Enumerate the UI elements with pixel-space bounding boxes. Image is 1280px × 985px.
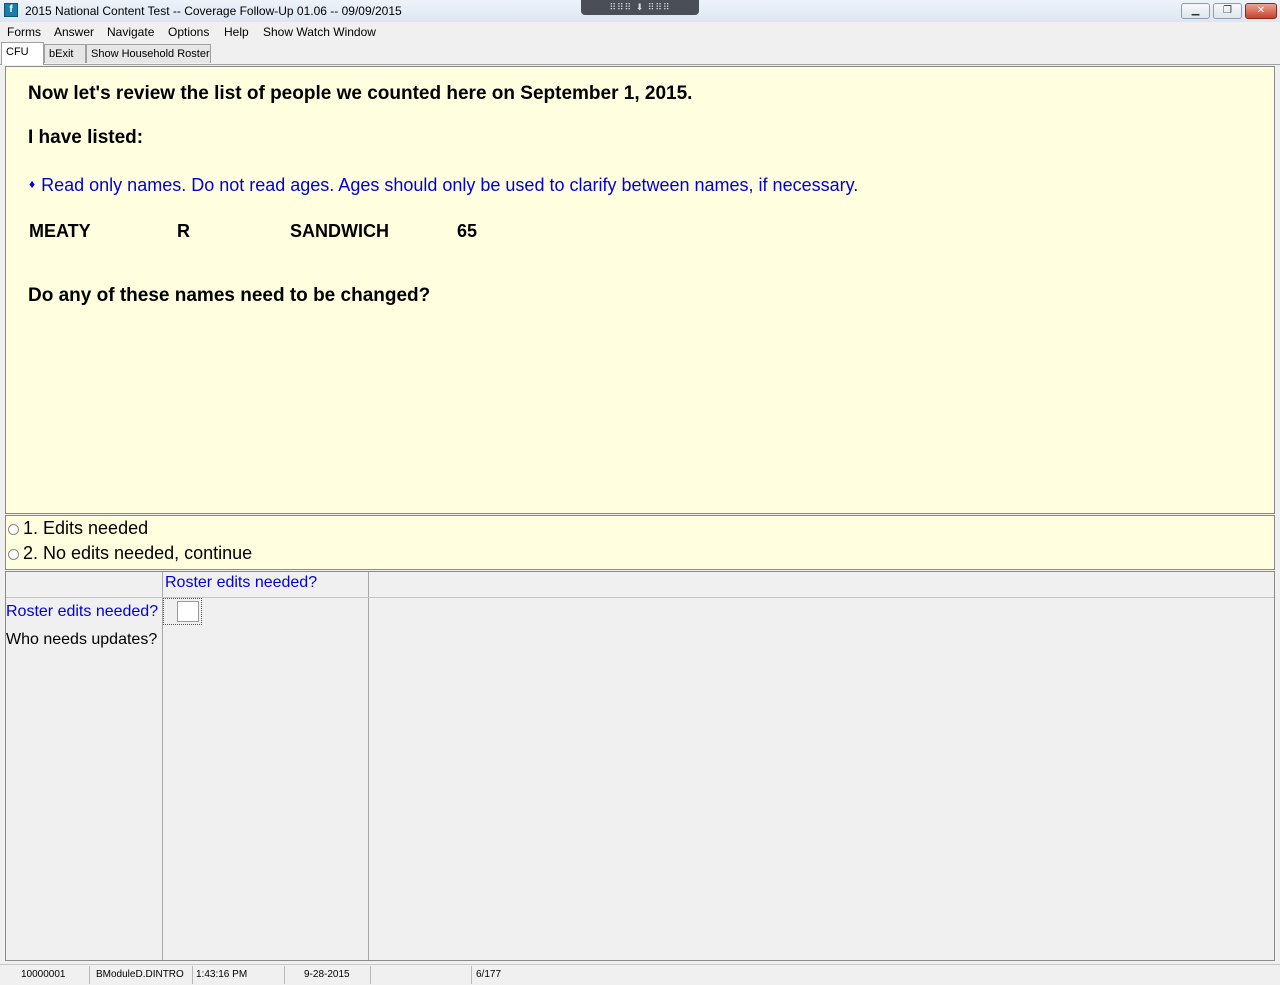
instruction-text: Read only names. Do not read ages. Ages … [41,175,859,195]
menu-bar: Forms Answer Navigate Options Help Show … [0,22,1280,42]
status-date: 9-28-2015 [285,966,371,984]
minimize-button[interactable]: ▁ [1181,3,1210,19]
roster-first-name: MEATY [29,221,91,241]
menu-navigate[interactable]: Navigate [107,25,154,39]
radio-icon[interactable] [8,524,19,535]
radio-icon[interactable] [8,549,19,560]
close-button[interactable]: ✕ [1245,3,1277,19]
roster-middle-initial: R [177,221,190,241]
tab-cfu[interactable]: CFU [1,42,44,65]
tab-show-household-roster[interactable]: Show Household Roster [86,44,211,63]
dock-handle[interactable]: ⠿⠿⠿ ⬇ ⠿⠿⠿ [581,0,699,15]
grid-divider [162,572,163,960]
grid-row-label-who-needs-updates[interactable]: Who needs updates? [6,631,157,649]
status-time: 1:43:16 PM [193,966,285,984]
answer-option-edits-needed[interactable]: 1. Edits needed [8,518,148,540]
tab-strip: CFU bExit Show Household Roster [0,42,1280,65]
app-icon: f [4,3,18,17]
listed-label: I have listed: [28,127,144,148]
window-title: 2015 National Content Test -- Coverage F… [25,4,402,18]
interviewer-instruction: ♦ Read only names. Do not read ages. Ages… [29,175,858,196]
menu-forms[interactable]: Forms [7,25,41,39]
status-case-id: 10000001 [0,966,90,984]
grid-divider [368,572,369,960]
answer-option-no-edits[interactable]: 2. No edits needed, continue [8,543,252,565]
roster-edits-entry-field[interactable] [163,598,202,625]
restore-button[interactable]: ❐ [1213,3,1242,19]
question-intro: Now let's review the list of people we c… [28,83,693,104]
question-prompt: Do any of these names need to be changed… [28,285,431,306]
answer-panel: 1. Edits needed 2. No edits needed, cont… [5,515,1275,570]
answer-option-label: 1. Edits needed [23,518,149,538]
status-bar: 10000001 BModuleD.DINTRO 1:43:16 PM 9-28… [0,964,1280,985]
roster-age: 65 [457,221,478,241]
status-page-counter: 6/177 [476,969,502,980]
answer-option-label: 2. No edits needed, continue [23,543,253,563]
grid-column-header: Roster edits needed? [165,574,318,591]
title-bar: f 2015 National Content Test -- Coverage… [0,0,1280,23]
grid-row-label-roster-edits[interactable]: Roster edits needed? [6,603,158,621]
diamond-bullet-icon: ♦ [29,177,36,191]
menu-options[interactable]: Options [168,25,209,39]
question-panel: Now let's review the list of people we c… [5,66,1275,514]
menu-help[interactable]: Help [224,25,249,39]
entry-input[interactable] [177,601,199,622]
status-blank [371,966,472,984]
menu-show-watch-window[interactable]: Show Watch Window [263,25,376,39]
field-grid-panel: Roster edits needed? Roster edits needed… [5,571,1275,961]
status-field-name: BModuleD.DINTRO [90,966,193,984]
tab-bexit[interactable]: bExit [44,44,86,63]
roster-last-name: SANDWICH [290,221,389,241]
menu-answer[interactable]: Answer [54,25,94,39]
